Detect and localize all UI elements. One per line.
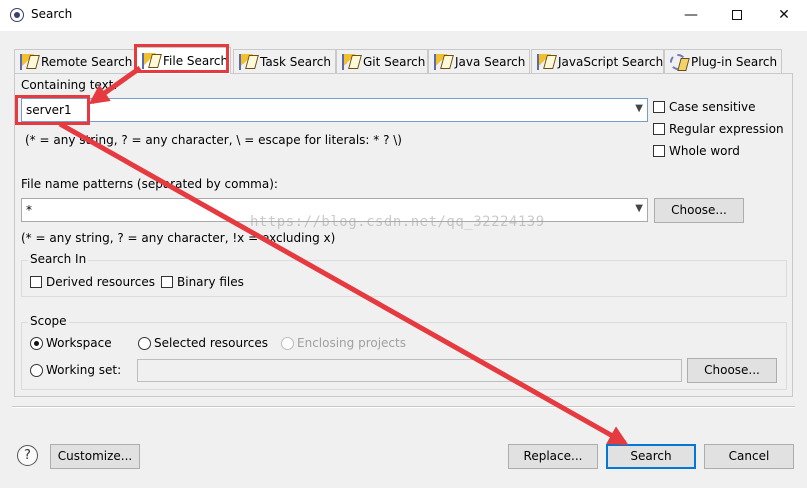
radio-dot (281, 336, 294, 350)
case-sensitive-checkbox[interactable]: Case sensitive (653, 100, 756, 114)
chevron-down-icon[interactable]: ▼ (635, 103, 643, 114)
tab-remote-search[interactable]: Remote Search (14, 49, 136, 73)
search-button[interactable]: Search (606, 444, 696, 469)
working-set-radio[interactable]: Working set: (30, 363, 121, 377)
title-bar: Search — ✕ (0, 0, 807, 31)
tab-java-search[interactable]: Java Search (428, 49, 530, 73)
tab-label: JavaScript Search (558, 54, 664, 69)
working-set-field[interactable] (137, 359, 682, 382)
working-set-label: Working set: (46, 363, 122, 377)
footer-separator (12, 406, 795, 408)
radio-dot[interactable] (30, 336, 43, 350)
tab-git-search[interactable]: Git Search (336, 49, 428, 73)
enclosing-projects-radio: Enclosing projects (281, 336, 406, 350)
case-sensitive-label: Case sensitive (669, 100, 756, 114)
tab-task-search[interactable]: Task Search (233, 49, 336, 73)
selected-resources-radio[interactable]: Selected resources (138, 336, 268, 350)
window-title: Search (31, 7, 73, 21)
maximize-button[interactable] (714, 0, 760, 31)
cancel-button[interactable]: Cancel (704, 444, 794, 469)
tab-label: Java Search (455, 54, 526, 69)
file-name-patterns-hint: (* = any string, ? = any character, !x =… (21, 231, 336, 245)
watermark-text: https://blog.csdn.net/qq_32224139 (250, 214, 545, 230)
regular-expression-checkbox[interactable]: Regular expression (653, 122, 784, 136)
tab-label: Remote Search (41, 54, 133, 69)
tab-file-search[interactable]: File Search (136, 47, 231, 74)
minimize-button[interactable]: — (668, 0, 714, 31)
close-button[interactable]: ✕ (761, 0, 807, 31)
file-name-patterns-label: File name patterns (separated by comma): (21, 177, 278, 191)
containing-text-hint: (* = any string, ? = any character, \ = … (25, 133, 402, 147)
file-name-patterns-value[interactable]: * (26, 203, 32, 217)
checkbox-box[interactable] (653, 145, 665, 157)
workspace-radio[interactable]: Workspace (30, 336, 112, 350)
git-search-icon (342, 53, 358, 70)
choose-working-set-button[interactable]: Choose... (687, 358, 777, 383)
customize-button[interactable]: Customize... (50, 444, 140, 469)
tab-label: Plug-in Search (691, 54, 778, 69)
tab-plugin-search[interactable]: Plug-in Search (664, 49, 782, 73)
tab-label: Task Search (260, 54, 331, 69)
binary-files-label: Binary files (177, 275, 244, 289)
radio-dot[interactable] (138, 336, 151, 350)
derived-resources-checkbox[interactable]: Derived resources (30, 275, 155, 289)
tab-label: File Search (163, 54, 229, 68)
checkbox-box[interactable] (30, 276, 42, 288)
selected-resources-label: Selected resources (154, 336, 268, 350)
search-in-title: Search In (28, 252, 89, 266)
binary-files-checkbox[interactable]: Binary files (161, 275, 244, 289)
replace-button[interactable]: Replace... (508, 444, 598, 469)
javascript-search-icon (537, 53, 553, 70)
dialog-client-area: Remote Search File Search Task Search Gi… (0, 31, 807, 488)
checkbox-box[interactable] (653, 101, 665, 113)
task-search-icon (239, 53, 255, 70)
whole-word-label: Whole word (669, 144, 740, 158)
eclipse-app-icon (10, 8, 24, 22)
java-search-icon (434, 53, 450, 70)
regular-expression-label: Regular expression (669, 122, 784, 136)
workspace-label: Workspace (46, 336, 112, 350)
derived-resources-label: Derived resources (46, 275, 155, 289)
remote-search-icon (20, 53, 36, 70)
plugin-search-icon (670, 53, 686, 70)
checkbox-box[interactable] (161, 276, 173, 288)
whole-word-checkbox[interactable]: Whole word (653, 144, 740, 158)
checkbox-box[interactable] (653, 123, 665, 135)
containing-text-value[interactable]: server1 (26, 103, 72, 117)
file-search-icon (142, 53, 158, 69)
radio-dot[interactable] (30, 363, 43, 377)
scope-title: Scope (28, 314, 69, 328)
maximize-icon (732, 10, 742, 20)
containing-text-combo[interactable]: server1 ▼ (21, 98, 648, 122)
choose-patterns-button[interactable]: Choose... (654, 198, 744, 223)
chevron-down-icon[interactable]: ▼ (635, 203, 643, 214)
tab-javascript-search[interactable]: JavaScript Search (531, 49, 664, 73)
containing-text-label: Containing text: (21, 78, 118, 92)
enclosing-projects-label: Enclosing projects (297, 336, 406, 350)
help-icon[interactable]: ? (17, 445, 38, 466)
tab-label: Git Search (363, 54, 426, 69)
